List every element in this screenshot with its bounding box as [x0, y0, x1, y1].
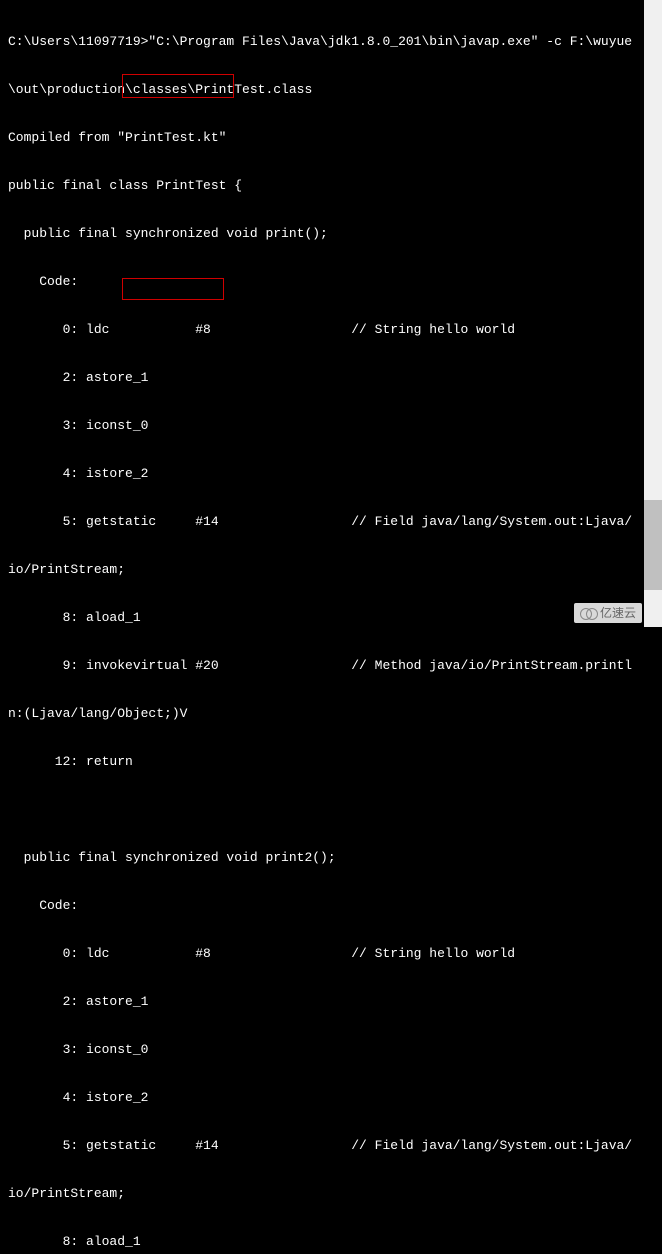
terminal-line: io/PrintStream;: [8, 562, 654, 578]
terminal-line: 0: ldc #8 // String hello world: [8, 322, 654, 338]
terminal-line: \out\production\classes\PrintTest.class: [8, 82, 654, 98]
terminal-line: public final class PrintTest {: [8, 178, 654, 194]
terminal-line: 5: getstatic #14 // Field java/lang/Syst…: [8, 1138, 654, 1154]
terminal-line: 5: getstatic #14 // Field java/lang/Syst…: [8, 514, 654, 530]
terminal-line: Code:: [8, 274, 654, 290]
watermark-text: 亿速云: [600, 605, 636, 621]
terminal-line: Code:: [8, 898, 654, 914]
terminal-line: n:(Ljava/lang/Object;)V: [8, 706, 654, 722]
terminal-line: [8, 802, 654, 818]
watermark-badge: 亿速云: [574, 603, 642, 623]
terminal-line: 3: iconst_0: [8, 418, 654, 434]
terminal-line: 3: iconst_0: [8, 1042, 654, 1058]
terminal-line: 8: aload_1: [8, 610, 654, 626]
terminal-line: io/PrintStream;: [8, 1186, 654, 1202]
terminal-line: 4: istore_2: [8, 466, 654, 482]
terminal-line: 2: astore_1: [8, 994, 654, 1010]
terminal-output[interactable]: C:\Users\11097719>"C:\Program Files\Java…: [0, 0, 662, 1254]
terminal-line: Compiled from "PrintTest.kt": [8, 130, 654, 146]
terminal-line: 12: return: [8, 754, 654, 770]
terminal-line: C:\Users\11097719>"C:\Program Files\Java…: [8, 34, 654, 50]
terminal-line: 9: invokevirtual #20 // Method java/io/P…: [8, 658, 654, 674]
terminal-line: public final synchronized void print2();: [8, 850, 654, 866]
terminal-line: 4: istore_2: [8, 1090, 654, 1106]
vertical-scrollbar[interactable]: [644, 0, 662, 627]
cloud-icon: [580, 608, 596, 618]
terminal-line: 0: ldc #8 // String hello world: [8, 946, 654, 962]
terminal-line: 8: aload_1: [8, 1234, 654, 1250]
scrollbar-thumb[interactable]: [644, 500, 662, 590]
terminal-line: 2: astore_1: [8, 370, 654, 386]
terminal-line: public final synchronized void print();: [8, 226, 654, 242]
